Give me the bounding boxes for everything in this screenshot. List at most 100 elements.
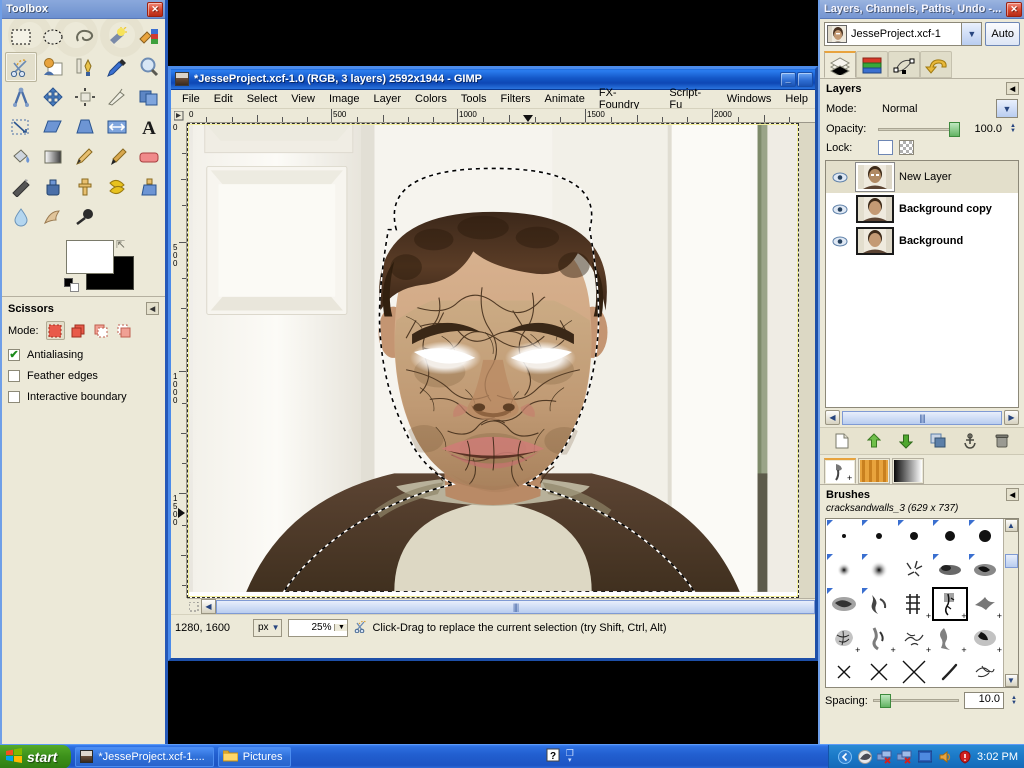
chevron-down-icon[interactable]: ▼	[961, 23, 982, 45]
menu-filters[interactable]: Filters	[494, 91, 538, 107]
security-alert-icon[interactable]	[957, 749, 972, 764]
layers-list-scrollbar[interactable]: ◀ |||| ▶	[825, 410, 1019, 425]
spacing-slider[interactable]	[872, 694, 959, 708]
brush-cell[interactable]: +	[968, 621, 1003, 655]
scroll-up-button[interactable]: ▲	[1004, 519, 1018, 532]
brush-cell[interactable]	[826, 587, 861, 621]
brush-cell[interactable]	[968, 519, 1003, 553]
brush-grid[interactable]: + + + + + + + + ▲ ▼	[825, 518, 1019, 688]
tool-scale[interactable]	[5, 112, 37, 142]
menu-view[interactable]: View	[284, 91, 322, 107]
tool-rect-select[interactable]	[5, 22, 37, 52]
tool-scissors-select[interactable]	[5, 52, 37, 82]
menu-windows[interactable]: Windows	[720, 91, 779, 107]
brush-cell[interactable]	[897, 519, 932, 553]
brush-cell[interactable]	[968, 655, 1003, 687]
tool-color-picker[interactable]	[101, 52, 133, 82]
language-bar[interactable]: ? ❐ ▾	[540, 745, 580, 768]
spacing-spinner[interactable]: ▲ ▼	[1009, 695, 1019, 706]
eye-icon[interactable]	[829, 204, 851, 215]
network-disconnected-2-icon[interactable]	[897, 749, 912, 764]
brush-cell[interactable]	[861, 655, 896, 687]
brush-cell[interactable]	[826, 553, 861, 587]
tool-paths[interactable]	[69, 52, 101, 82]
brush-cell[interactable]: +	[932, 621, 967, 655]
menu-help[interactable]: Help	[778, 91, 815, 107]
close-icon[interactable]: ✕	[1006, 1, 1022, 17]
collapse-icon[interactable]: ◀	[1006, 488, 1019, 501]
brush-cell[interactable]	[861, 553, 896, 587]
media-icon[interactable]	[857, 749, 872, 764]
option-antialiasing[interactable]: Antialiasing	[8, 349, 159, 361]
swap-colors-icon[interactable]: ⇱	[116, 238, 125, 251]
taskbar-item-pictures[interactable]: Pictures	[217, 746, 292, 767]
scroll-right-button[interactable]: ▶	[1004, 410, 1019, 425]
layer-row-background[interactable]: Background	[826, 225, 1018, 257]
opacity-spinner[interactable]: ▲ ▼	[1008, 123, 1018, 134]
tool-airbrush[interactable]	[5, 172, 37, 202]
brush-grid-scrollbar[interactable]: ▲ ▼	[1003, 519, 1018, 687]
tab-brushes[interactable]: +	[824, 458, 856, 484]
option-feather-edges[interactable]: Feather edges	[8, 370, 159, 382]
menu-colors[interactable]: Colors	[408, 91, 454, 107]
mode-replace-button[interactable]	[45, 321, 65, 340]
image-canvas[interactable]	[187, 123, 799, 598]
tool-smudge[interactable]	[37, 202, 69, 232]
tool-clone[interactable]	[69, 172, 101, 202]
antialiasing-checkbox[interactable]	[8, 349, 20, 361]
scroll-thumb[interactable]: ||||	[216, 599, 815, 614]
layer-mode-combo[interactable]: Normal ▼	[878, 99, 1018, 118]
tool-free-select[interactable]	[69, 22, 101, 52]
brush-cell[interactable]	[897, 553, 932, 587]
foreground-color-swatch[interactable]	[66, 240, 114, 274]
eye-icon[interactable]	[829, 236, 851, 247]
brush-cell[interactable]	[826, 519, 861, 553]
tool-bucket-fill[interactable]	[5, 142, 37, 172]
brush-cell[interactable]: +	[897, 621, 932, 655]
raise-layer-button[interactable]	[862, 431, 886, 451]
lock-alpha-checkbox[interactable]	[899, 140, 914, 155]
tool-heal[interactable]	[101, 172, 133, 202]
help-icon[interactable]: ?	[546, 748, 560, 765]
tab-layers[interactable]	[824, 51, 856, 78]
tool-ink[interactable]	[37, 172, 69, 202]
tool-fuzzy-select[interactable]	[101, 22, 133, 52]
tool-perspective[interactable]	[69, 112, 101, 142]
layer-row-background-copy[interactable]: Background copy	[826, 193, 1018, 225]
tool-crop[interactable]	[101, 82, 133, 112]
tab-patterns[interactable]	[858, 458, 890, 484]
chevron-down-icon[interactable]: ▼	[272, 623, 280, 632]
tool-align[interactable]	[69, 82, 101, 112]
menu-layer[interactable]: Layer	[367, 91, 409, 107]
network-disconnected-icon[interactable]	[877, 749, 892, 764]
menu-tools[interactable]: Tools	[454, 91, 494, 107]
mode-add-button[interactable]	[69, 321, 88, 340]
display-icon[interactable]	[917, 749, 932, 764]
tool-paintbrush[interactable]	[101, 142, 133, 172]
opacity-slider[interactable]	[878, 122, 960, 137]
tool-shear[interactable]	[37, 112, 69, 142]
anchor-layer-button[interactable]	[958, 431, 982, 451]
brush-cell[interactable]	[897, 655, 932, 687]
zoom-selector[interactable]: 25% ▼	[288, 618, 349, 637]
scroll-left-button[interactable]: ◀	[825, 410, 840, 425]
brush-cell[interactable]	[932, 519, 967, 553]
delete-layer-button[interactable]	[990, 431, 1014, 451]
brush-cell[interactable]	[826, 655, 861, 687]
menu-file[interactable]: File	[175, 91, 207, 107]
langbar-restore-icon[interactable]: ❐ ▾	[566, 748, 574, 765]
scroll-thumb[interactable]	[1004, 554, 1018, 568]
brush-cell[interactable]: +	[861, 621, 896, 655]
brush-cell[interactable]	[932, 655, 967, 687]
color-swatches[interactable]: ⇱	[2, 238, 165, 294]
chevron-down-icon[interactable]: ▼	[334, 624, 348, 631]
canvas-vertical-scrollbar[interactable]	[799, 123, 815, 598]
tab-channels[interactable]	[856, 51, 888, 78]
dock-titlebar[interactable]: Layers, Channels, Paths, Undo -... ✕	[820, 0, 1024, 19]
mode-subtract-button[interactable]	[92, 321, 111, 340]
brush-cell-selected[interactable]: +	[932, 587, 968, 621]
minimize-button[interactable]: _	[780, 71, 796, 87]
tool-blend[interactable]	[37, 142, 69, 172]
tool-eraser[interactable]	[133, 142, 165, 172]
layers-list[interactable]: New Layer Background copy Background	[825, 160, 1019, 408]
